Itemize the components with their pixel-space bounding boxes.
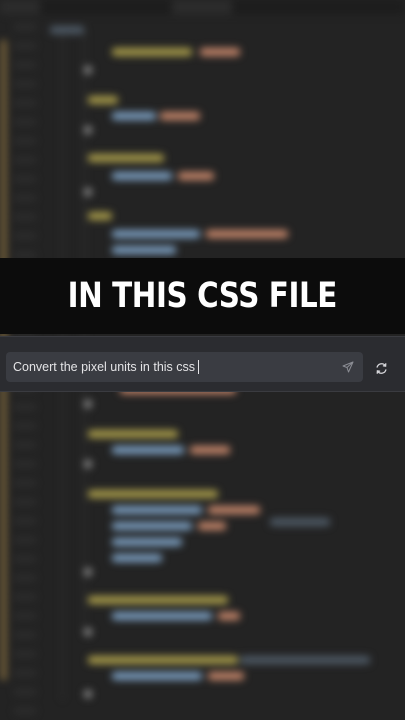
chat-prompt-panel: Convert the pixel units in this css: [0, 336, 405, 392]
code-token: [84, 126, 92, 134]
code-token: [112, 446, 184, 454]
editor-tab: [172, 0, 232, 14]
code-token: [112, 522, 192, 530]
prompt-input[interactable]: Convert the pixel units in this css: [6, 352, 363, 382]
send-button[interactable]: [341, 360, 355, 374]
code-token: [112, 554, 162, 562]
refresh-button[interactable]: [373, 360, 389, 376]
code-token: [112, 506, 202, 514]
code-token: [88, 656, 238, 664]
code-token: [200, 48, 240, 56]
code-token: [88, 490, 218, 498]
code-token: [178, 172, 214, 180]
code-token: [270, 518, 330, 526]
code-token: [88, 596, 228, 604]
editor-tab: [0, 0, 40, 14]
code-token: [218, 612, 240, 620]
editor-tab-strip: [0, 0, 405, 14]
code-token: [208, 672, 244, 680]
code-token: [240, 656, 370, 664]
code-token: [112, 112, 156, 120]
code-token: [112, 246, 176, 254]
code-token: [206, 230, 288, 238]
prompt-input-text: Convert the pixel units in this css: [13, 360, 196, 374]
code-token: [198, 522, 226, 530]
code-token: [190, 446, 230, 454]
code-token: [84, 628, 92, 636]
code-token: [88, 154, 164, 162]
code-token: [84, 66, 92, 74]
caption-banner: IN THIS CSS FILE: [0, 258, 405, 334]
code-token: [112, 672, 202, 680]
code-token: [88, 96, 118, 104]
code-token: [112, 48, 192, 56]
send-icon: [342, 361, 354, 373]
refresh-icon: [375, 362, 387, 374]
code-token: [84, 568, 92, 576]
text-caret: [198, 360, 200, 374]
code-token: [84, 400, 92, 408]
caption-text: IN THIS CSS FILE: [67, 276, 338, 316]
code-token: [112, 538, 182, 546]
code-token: [88, 430, 178, 438]
code-token: [88, 212, 112, 220]
code-token: [112, 172, 172, 180]
code-token: [84, 460, 92, 468]
code-token: [50, 26, 84, 34]
code-token: [208, 506, 260, 514]
code-token: [112, 612, 212, 620]
code-token: [84, 188, 92, 196]
code-token: [84, 690, 92, 698]
code-token: [112, 230, 200, 238]
code-token: [160, 112, 200, 120]
